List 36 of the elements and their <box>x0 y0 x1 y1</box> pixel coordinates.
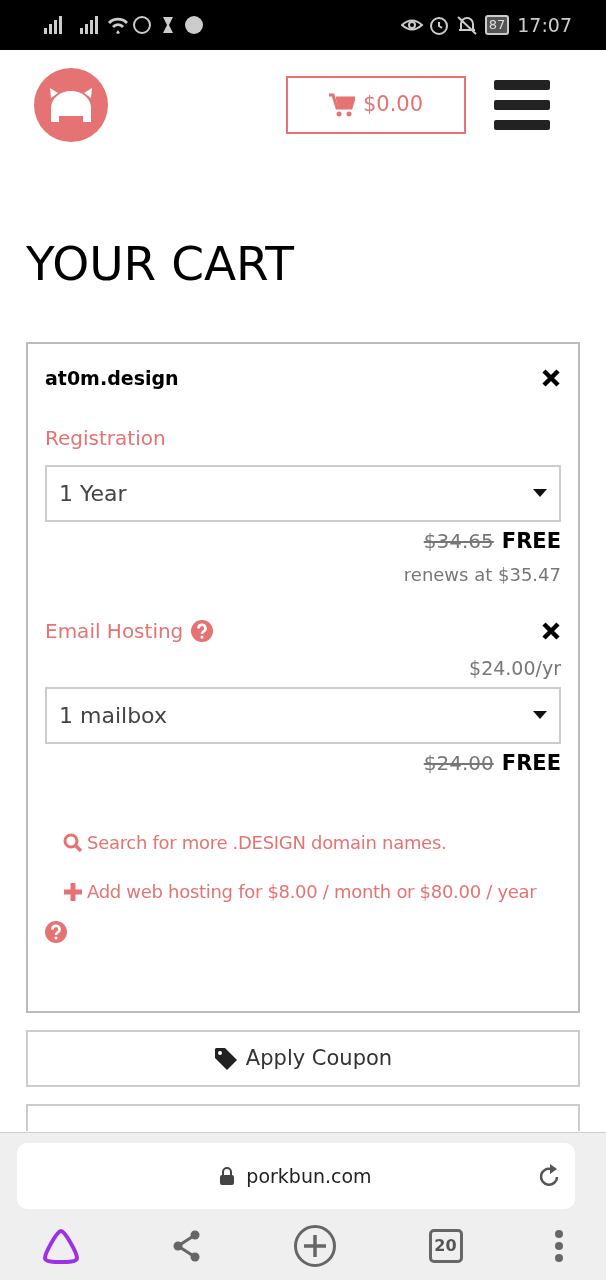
tag-icon <box>213 1046 238 1071</box>
price: FREE <box>501 527 561 555</box>
page-title: YOUR CART <box>26 236 296 292</box>
old-price: $34.65 <box>423 527 494 555</box>
domain-name: at0m.design <box>45 366 179 391</box>
help-icon[interactable] <box>191 620 214 642</box>
assistant-icon[interactable] <box>42 1228 80 1264</box>
share-icon[interactable] <box>171 1230 202 1262</box>
clock-time: 17:07 <box>517 12 572 38</box>
tab-count-button[interactable]: 20 <box>428 1229 463 1263</box>
help-icon[interactable] <box>45 921 67 943</box>
reload-icon[interactable] <box>539 1164 561 1188</box>
field-label: Email Hosting <box>45 618 184 645</box>
menu-icon[interactable] <box>494 77 550 133</box>
close-icon[interactable] <box>541 368 561 389</box>
address-bar[interactable]: porkbun.com <box>17 1143 575 1209</box>
select-field[interactable]: 1 Year <box>45 464 561 522</box>
apply-coupon-button[interactable]: Apply Coupon <box>26 1030 580 1087</box>
cart-icon <box>328 93 355 117</box>
search-icon <box>63 832 83 853</box>
annual-price: $24.00/yr <box>469 656 561 681</box>
caret-icon <box>533 711 547 719</box>
field-label: Registration <box>45 424 167 452</box>
more-icon[interactable] <box>554 1230 564 1262</box>
renewal-price: renews at $35.47 <box>403 563 561 587</box>
url-text: porkbun.com <box>246 1163 372 1189</box>
plus-icon <box>63 881 83 902</box>
price: FREE <box>501 749 561 777</box>
new-tab-icon[interactable] <box>293 1224 337 1268</box>
pig-logo-icon[interactable] <box>34 68 108 142</box>
old-price: $24.00 <box>423 749 494 777</box>
battery-indicator: 87 <box>484 15 510 35</box>
lock-icon <box>220 1167 235 1185</box>
close-icon[interactable] <box>541 621 561 641</box>
caret-icon <box>533 489 547 497</box>
select-field[interactable]: 1 mailbox <box>45 686 561 744</box>
